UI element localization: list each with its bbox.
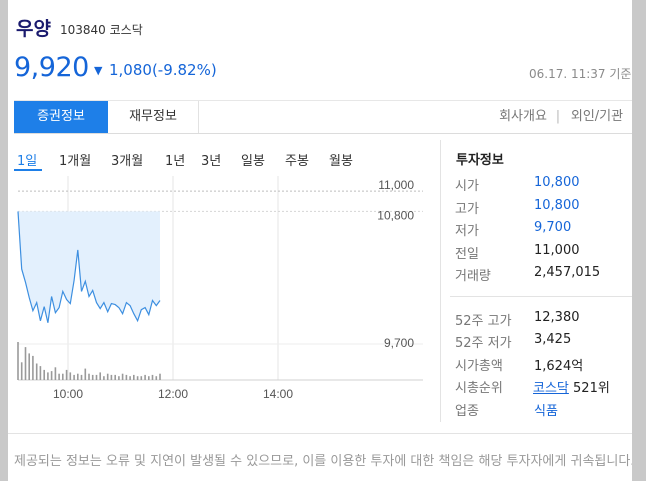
investment-info-title: 투자정보 [456, 153, 504, 168]
market-cap-rank: 코스닥 521위 [533, 377, 610, 396]
volume-bar [39, 366, 42, 380]
open-value: 10,800 [534, 175, 580, 190]
volume-bar [140, 376, 143, 380]
y-tick-label: 9,700 [384, 336, 414, 350]
volume-bar [28, 353, 30, 380]
volume-bar [69, 372, 72, 380]
low-value: 9,700 [534, 220, 572, 235]
volume-bar [114, 374, 116, 380]
52w-low-value: 3,425 [534, 332, 572, 347]
volume-bar [155, 376, 158, 380]
volume-bar [54, 367, 57, 380]
high-value: 10,800 [534, 198, 580, 213]
sidebar-divider [440, 140, 441, 422]
tab-securities[interactable]: 증권정보 [14, 101, 108, 133]
market-cap-label: 시가총액 [455, 359, 503, 374]
disclaimer: 제공되는 정보는 오류 및 지연이 발생될 수 있으므로, 이를 이용한 투자에… [14, 454, 632, 469]
prev-close-label: 전일 [455, 247, 479, 262]
volume-bar [35, 363, 38, 380]
volume-bar [32, 355, 34, 380]
stock-market: 코스닥 [109, 23, 143, 37]
volume-bar [80, 374, 83, 380]
volume-bar [121, 373, 124, 380]
current-price: 9,920 [14, 52, 89, 83]
range-weekly[interactable]: 주봉 [285, 150, 309, 169]
volume-bar [159, 373, 161, 380]
market-cap-value: 1,624억 [534, 359, 584, 374]
company-overview-link[interactable]: 회사개요 [492, 101, 554, 133]
52w-low-label: 52주 저가 [455, 336, 512, 351]
volume-label: 거래량 [455, 269, 491, 284]
52w-high-value: 12,380 [534, 310, 580, 325]
range-3y[interactable]: 3년 [201, 150, 221, 169]
prev-close-value: 11,000 [534, 243, 580, 258]
volume-bar [129, 376, 131, 380]
x-tick-label: 10:00 [53, 387, 83, 401]
high-label: 고가 [455, 202, 479, 217]
footer-divider [8, 433, 632, 434]
sector-label: 업종 [455, 404, 479, 419]
stock-name[interactable]: 우양 [16, 14, 51, 41]
volume-bar [148, 376, 150, 380]
tab-bar: 증권정보 재무정보 회사개요 | 외인/기관 [14, 100, 632, 134]
volume-bar [118, 376, 120, 380]
range-monthly[interactable]: 월봉 [329, 150, 353, 169]
volume-bar [110, 374, 113, 380]
x-tick-label: 12:00 [158, 387, 188, 401]
volume-bar [58, 373, 60, 380]
timestamp: 06.17. 11:37 기준 [529, 67, 632, 81]
stock-code: 103840 [60, 23, 106, 37]
y-tick-label: 11,000 [378, 178, 414, 192]
stock-code-market: 103840 코스닥 [60, 21, 143, 38]
range-3m[interactable]: 3개월 [111, 150, 143, 169]
foreign-institution-link[interactable]: 외인/기관 [562, 101, 632, 133]
market-link[interactable]: 코스닥 [533, 381, 569, 396]
intraday-chart[interactable]: 11,000 10,800 9,700 10:00 12:00 14:00 [8, 176, 438, 404]
volume-bar [47, 372, 49, 380]
52w-high-label: 52주 고가 [455, 314, 512, 329]
volume-bar [50, 371, 53, 380]
tab-financial[interactable]: 재무정보 [108, 101, 199, 133]
range-1d[interactable]: 1일 [17, 150, 37, 169]
range-1m[interactable]: 1개월 [59, 150, 91, 169]
volume-bar [136, 376, 139, 380]
volume-bar [43, 369, 45, 380]
stock-widget: 우양 103840 코스닥 9,920 ▼ 1,080(-9.82%) 06.1… [8, 0, 632, 481]
range-1y[interactable]: 1년 [165, 150, 185, 169]
price-change: 1,080(-9.82%) [109, 61, 217, 79]
open-label: 시가 [455, 179, 479, 194]
range-daily[interactable]: 일봉 [241, 150, 265, 169]
volume-bar [91, 374, 94, 380]
volume-bar [73, 374, 75, 380]
volume-bar [125, 374, 128, 380]
sector-link[interactable]: 식품 [534, 400, 558, 419]
volume-bar [62, 373, 64, 380]
volume-bar [144, 374, 146, 380]
rank-value: 521위 [573, 381, 610, 396]
volume-bar [24, 347, 27, 380]
price-area [18, 211, 160, 323]
low-label: 저가 [455, 224, 479, 239]
link-divider: | [555, 109, 561, 124]
volume-bar [88, 373, 90, 380]
volume-value: 2,457,015 [534, 265, 601, 280]
down-arrow-icon: ▼ [94, 64, 103, 77]
volume-bar [77, 373, 79, 380]
market-cap-rank-label: 시총순위 [455, 381, 503, 396]
sidebar-section-divider [450, 296, 632, 297]
volume-bar [17, 342, 19, 380]
volume-bar [151, 374, 154, 380]
active-range-indicator [14, 169, 42, 171]
x-tick-label: 14:00 [263, 387, 293, 401]
volume-bar [133, 374, 135, 380]
y-tick-label: 10,800 [377, 208, 414, 222]
volume-bar [84, 368, 87, 380]
volume-bar [20, 362, 23, 380]
volume-bar [65, 369, 68, 380]
volume-bar [99, 372, 101, 380]
volume-bar [95, 374, 98, 380]
volume-bar [103, 376, 105, 380]
volume-bar [106, 373, 109, 380]
